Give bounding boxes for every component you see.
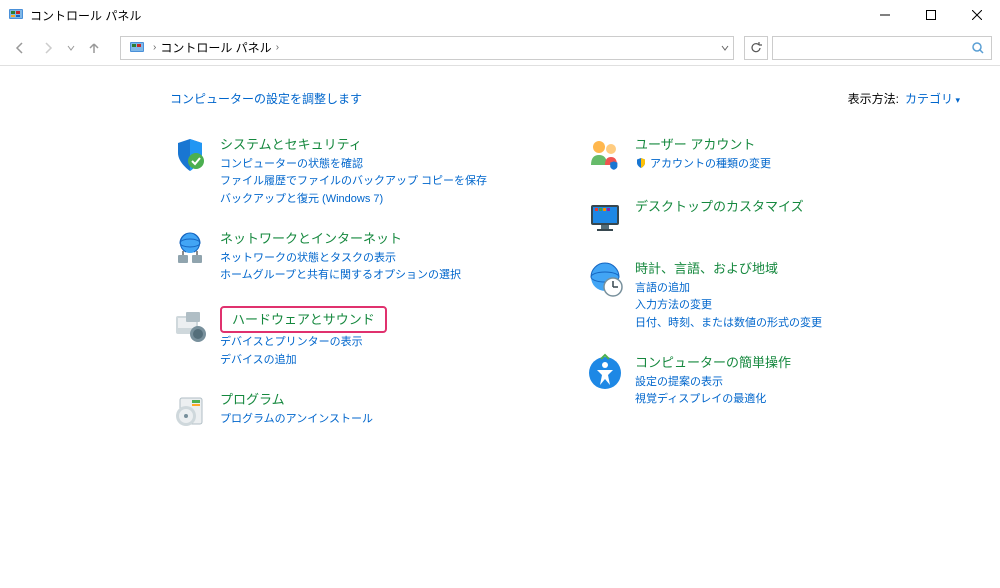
breadcrumb[interactable]: › コントロール パネル ›: [120, 36, 734, 60]
category-link[interactable]: 日付、時刻、または数値の形式の変更: [635, 315, 822, 332]
refresh-button[interactable]: [744, 36, 768, 60]
category-link[interactable]: ホームグループと共有に関するオプションの選択: [220, 267, 461, 284]
category-link[interactable]: ネットワークの状態とタスクの表示: [220, 250, 461, 267]
category-item: デスクトップのカスタマイズ: [585, 197, 960, 237]
category-title[interactable]: コンピューターの簡単操作: [635, 353, 791, 373]
category-link[interactable]: ファイル履歴でファイルのバックアップ コピーを保存: [220, 173, 487, 190]
category-link[interactable]: デバイスの追加: [220, 352, 387, 369]
category-link[interactable]: 視覚ディスプレイの最適化: [635, 391, 791, 408]
up-button[interactable]: [82, 36, 106, 60]
users-icon: [585, 135, 625, 175]
view-mode-label: 表示方法:: [848, 90, 899, 107]
control-panel-icon: [129, 40, 145, 56]
hardware-icon: [170, 306, 210, 346]
category-title[interactable]: 時計、言語、および地域: [635, 259, 822, 279]
access-icon: [585, 353, 625, 393]
category-link[interactable]: デバイスとプリンターの表示: [220, 334, 387, 351]
recent-dropdown[interactable]: [64, 36, 78, 60]
clock-icon: [585, 259, 625, 299]
maximize-button[interactable]: [908, 0, 954, 30]
category-title[interactable]: システムとセキュリティ: [220, 135, 487, 155]
shield-icon: [170, 135, 210, 175]
chevron-right-icon: ›: [153, 42, 156, 53]
category-link[interactable]: バックアップと復元 (Windows 7): [220, 191, 487, 208]
category-link[interactable]: コンピューターの状態を確認: [220, 156, 487, 173]
minimize-button[interactable]: [862, 0, 908, 30]
category-title[interactable]: プログラム: [220, 390, 373, 410]
chevron-down-icon[interactable]: [721, 44, 729, 52]
back-button[interactable]: [8, 36, 32, 60]
search-icon: [971, 41, 985, 55]
category-link[interactable]: プログラムのアンインストール: [220, 411, 373, 428]
category-item: プログラムプログラムのアンインストール: [170, 390, 545, 430]
category-link[interactable]: アカウントの種類の変更: [635, 156, 771, 173]
category-item: コンピューターの簡単操作設定の提案の表示視覚ディスプレイの最適化: [585, 353, 960, 408]
category-title[interactable]: ユーザー アカウント: [635, 135, 771, 155]
search-input[interactable]: [779, 41, 971, 55]
view-mode-dropdown[interactable]: カテゴリ: [905, 90, 960, 107]
category-item: ネットワークとインターネットネットワークの状態とタスクの表示ホームグループと共有…: [170, 229, 545, 284]
programs-icon: [170, 390, 210, 430]
category-item: 時計、言語、および地域言語の追加入力方法の変更日付、時刻、または数値の形式の変更: [585, 259, 960, 331]
network-icon: [170, 229, 210, 269]
category-item: システムとセキュリティコンピューターの状態を確認ファイル履歴でファイルのバックア…: [170, 135, 545, 207]
breadcrumb-item[interactable]: コントロール パネル: [160, 39, 271, 56]
category-item: ハードウェアとサウンドデバイスとプリンターの表示デバイスの追加: [170, 306, 545, 369]
chevron-right-icon: ›: [276, 42, 279, 53]
forward-button[interactable]: [36, 36, 60, 60]
close-button[interactable]: [954, 0, 1000, 30]
uac-shield-icon: [635, 158, 650, 170]
category-link[interactable]: 設定の提案の表示: [635, 374, 791, 391]
desktop-icon: [585, 197, 625, 237]
category-link[interactable]: 入力方法の変更: [635, 297, 822, 314]
page-title: コンピューターの設定を調整します: [170, 90, 362, 107]
category-item: ユーザー アカウントアカウントの種類の変更: [585, 135, 960, 175]
category-title[interactable]: ネットワークとインターネット: [220, 229, 461, 249]
category-link[interactable]: 言語の追加: [635, 280, 822, 297]
category-title[interactable]: デスクトップのカスタマイズ: [635, 197, 804, 217]
search-box[interactable]: [772, 36, 992, 60]
category-title[interactable]: ハードウェアとサウンド: [220, 306, 387, 334]
window-title: コントロール パネル: [30, 7, 862, 24]
app-icon: [8, 7, 24, 23]
